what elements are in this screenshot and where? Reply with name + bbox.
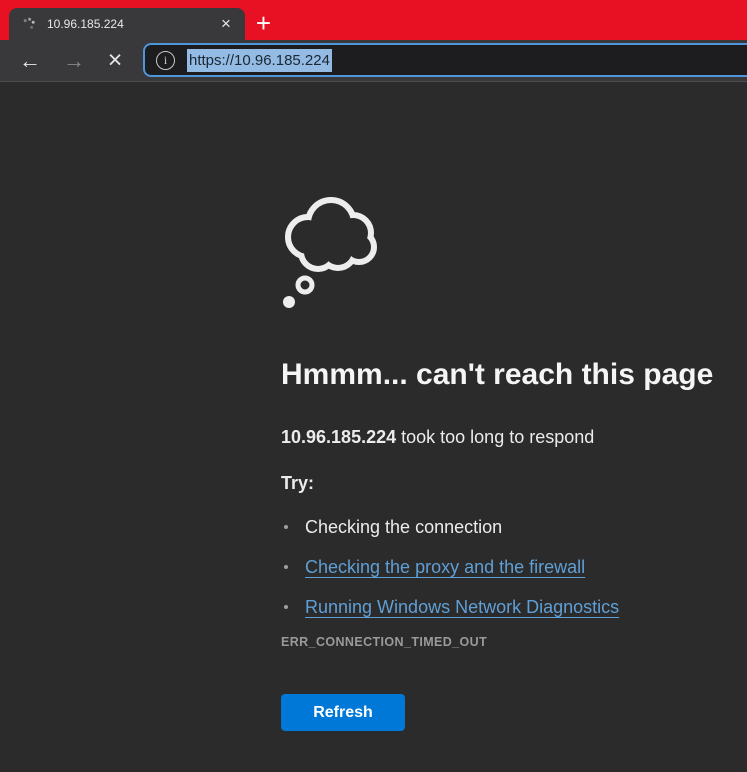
refresh-button[interactable]: Refresh [281,694,405,731]
try-label: Try: [281,471,726,495]
list-item: Running Windows Network Diagnostics [281,595,726,619]
forward-button[interactable]: → [58,45,90,77]
error-message: 10.96.185.224 took too long to respond [281,425,726,449]
browser-tab[interactable]: 10.96.185.224 × [9,8,245,40]
error-host: 10.96.185.224 [281,427,396,447]
address-bar[interactable]: i https://10.96.185.224 [143,43,747,77]
error-code: ERR_CONNECTION_TIMED_OUT [281,635,726,649]
proxy-firewall-link[interactable]: Checking the proxy and the firewall [305,557,585,577]
list-item: Checking the connection [281,515,726,539]
back-button[interactable]: ← [14,45,46,77]
stop-button[interactable]: × [99,45,131,77]
url-text-selected[interactable]: https://10.96.185.224 [187,49,332,72]
suggestion-list: Checking the connection Checking the pro… [281,515,726,619]
new-tab-button[interactable]: + [250,11,277,38]
error-heading: Hmmm... can't reach this page [281,357,726,393]
site-info-icon[interactable]: i [156,51,175,70]
network-diagnostics-link[interactable]: Running Windows Network Diagnostics [305,597,619,617]
suggestion-text: Checking the connection [305,517,502,537]
titlebar: 10.96.185.224 × + [0,0,747,40]
thought-cloud-icon [279,196,379,311]
loading-spinner-icon [21,16,37,32]
tab-title: 10.96.185.224 [47,17,216,31]
list-item: Checking the proxy and the firewall [281,555,726,579]
error-message-rest: took too long to respond [396,427,594,447]
tab-close-icon[interactable]: × [216,14,236,34]
error-page: Hmmm... can't reach this page 10.96.185.… [281,196,726,731]
